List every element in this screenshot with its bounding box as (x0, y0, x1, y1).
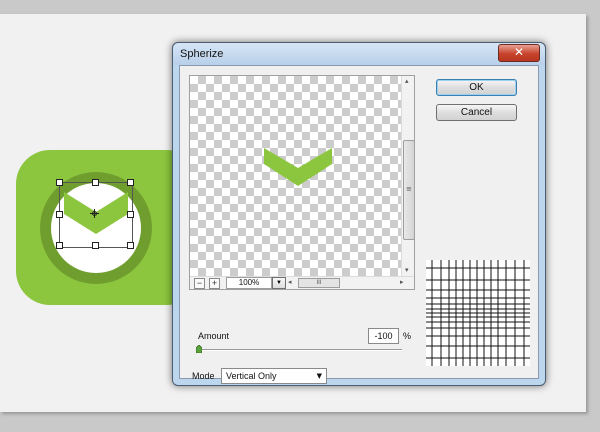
amount-input[interactable]: -100 (368, 328, 399, 344)
scroll-right-icon[interactable]: ▸ (400, 278, 404, 286)
transform-handle-tl[interactable] (56, 179, 63, 186)
zoom-level-field[interactable]: 100% (226, 277, 272, 289)
transform-handle-tm[interactable] (92, 179, 99, 186)
mode-label: Mode (192, 371, 215, 381)
preview-vertical-scrollbar[interactable]: ▴ ≡ ▾ (401, 76, 414, 277)
mode-selected-value: Vertical Only (226, 371, 277, 381)
slider-thumb-icon[interactable] (196, 345, 202, 353)
thumb-grip-icon: ≡ (406, 185, 412, 193)
chevron-down-icon: ▼ (316, 372, 322, 380)
cancel-button[interactable]: Cancel (436, 104, 517, 121)
zoom-in-button[interactable]: + (209, 278, 220, 289)
horizontal-scroll-thumb[interactable]: III (298, 278, 340, 288)
dialog-title: Spherize (180, 48, 224, 60)
preview-chevron-shape (264, 148, 332, 186)
zoom-out-button[interactable]: − (194, 278, 205, 289)
amount-unit: % (403, 331, 412, 341)
dialog-titlebar[interactable]: Spherize ✕ (173, 43, 545, 65)
scroll-up-icon[interactable]: ▴ (405, 77, 409, 85)
crosshair-icon (90, 209, 99, 218)
ok-button[interactable]: OK (436, 79, 517, 96)
transform-handle-tr[interactable] (127, 179, 134, 186)
scroll-left-icon[interactable]: ◂ (288, 278, 292, 286)
close-button[interactable]: ✕ (498, 44, 540, 62)
spherize-dialog: Spherize ✕ ▴ ≡ ▾ − + 100% ▼ ◂ III ▸ OK C… (172, 42, 546, 386)
mode-select[interactable]: Vertical Only ▼ (221, 368, 327, 384)
filter-preview[interactable]: ▴ ≡ ▾ − + 100% ▼ ◂ III ▸ (189, 75, 415, 290)
distortion-grid-icon (426, 260, 530, 366)
amount-label: Amount (198, 331, 230, 341)
zoom-dropdown-button[interactable]: ▼ (272, 277, 286, 289)
vertical-scroll-thumb[interactable]: ≡ (403, 140, 414, 240)
scroll-down-icon[interactable]: ▾ (405, 266, 409, 274)
transform-handle-br[interactable] (127, 242, 134, 249)
transform-handle-mr[interactable] (127, 211, 134, 218)
amount-slider-track[interactable] (199, 349, 402, 351)
transform-handle-bl[interactable] (56, 242, 63, 249)
transform-handle-bm[interactable] (92, 242, 99, 249)
dialog-client-area: ▴ ≡ ▾ − + 100% ▼ ◂ III ▸ OK Cancel Amoun… (179, 65, 539, 384)
preview-zoom-bar: − + 100% ▼ ◂ III ▸ (190, 276, 414, 289)
transform-handle-ml[interactable] (56, 211, 63, 218)
